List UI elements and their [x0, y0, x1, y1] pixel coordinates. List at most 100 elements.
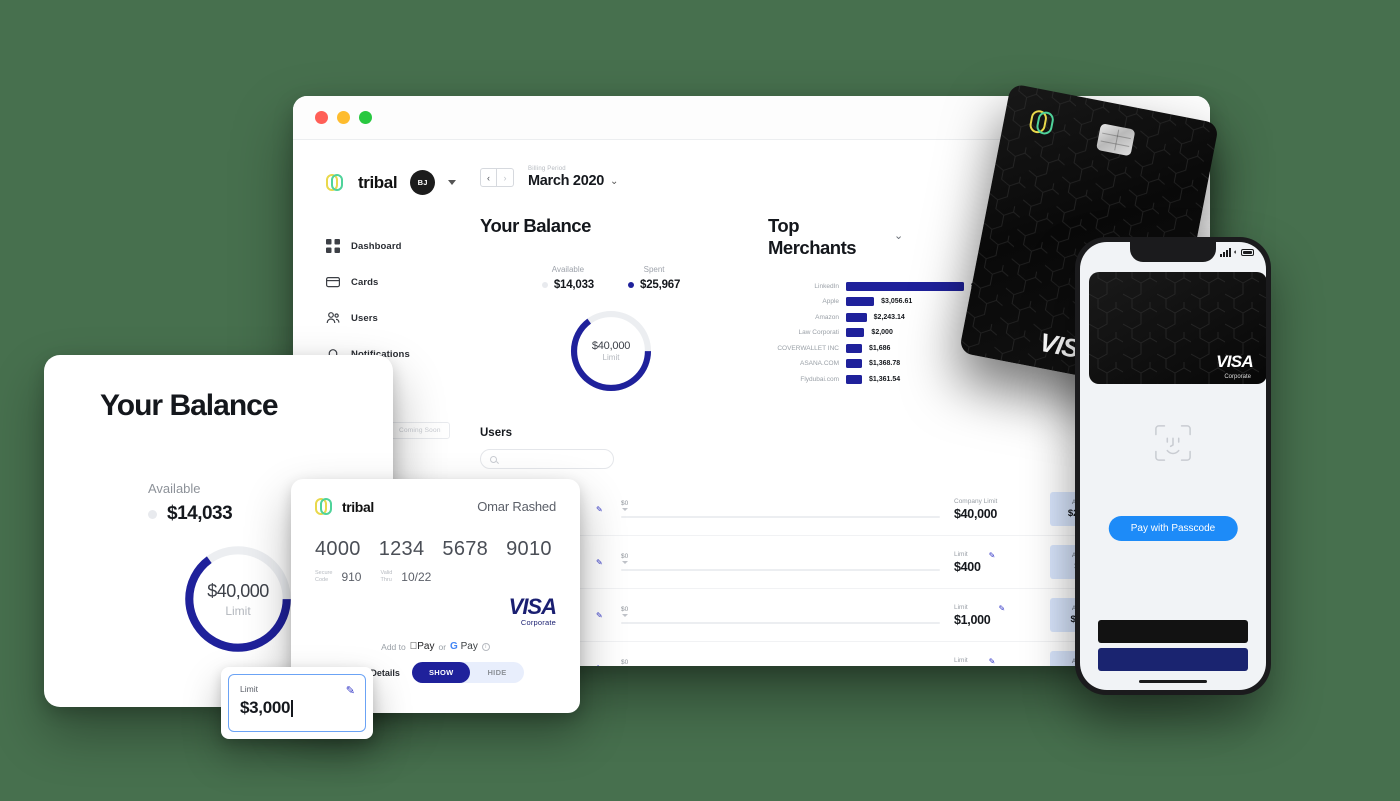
pencil-icon[interactable]: ✎: [998, 604, 1009, 613]
card-face: tribal Omar Rashed 4000 1234 5678 9010 S…: [307, 493, 564, 627]
wifi-icon: ◐: [1233, 249, 1238, 256]
big-donut-center: $40,000 Limit: [180, 541, 296, 657]
limit-input[interactable]: Limit $3,000 ✎: [228, 674, 366, 732]
close-icon[interactable]: [315, 111, 328, 124]
minimize-icon[interactable]: [337, 111, 350, 124]
big-balance-title: Your Balance: [100, 389, 279, 422]
show-button[interactable]: SHOW: [411, 662, 471, 683]
merchant-name: Apple: [822, 298, 839, 306]
phone-card-art: VISA Corporate: [1089, 272, 1266, 384]
merchant-value: $1,361.54: [869, 375, 901, 383]
pay-with-passcode-button[interactable]: Pay with Passcode: [1108, 516, 1238, 541]
merchant-bar: [846, 374, 862, 384]
user-spend-cell: $0: [607, 606, 954, 624]
sidebar-item-dashboard[interactable]: Dashboard: [326, 239, 468, 253]
card-details-toggle: SHOW HIDE: [411, 662, 524, 683]
brand-name: tribal: [358, 172, 398, 192]
user-limit-value: $40,000: [954, 506, 998, 521]
merchant-bar: [846, 328, 865, 338]
pencil-icon[interactable]: ✎: [596, 664, 607, 667]
visa-corporate-label: Corporate: [1224, 374, 1251, 380]
users-title: Users: [480, 427, 512, 439]
available-label: Available: [551, 265, 585, 274]
spent-legend: Spent $25,967: [628, 265, 680, 291]
limit-field-value: $3,000: [240, 698, 291, 717]
balance-legend: Available $14,033 Spent $25,967: [480, 265, 742, 291]
big-limit-value: $40,000: [207, 580, 269, 601]
merchant-bar: [846, 359, 862, 369]
merchant-value: $1,368.78: [869, 360, 901, 368]
merchant-name: Amazon: [815, 313, 839, 321]
apple-pay-button[interactable]: Pay: [410, 641, 435, 652]
face-id-icon: [1155, 425, 1191, 461]
merchant-value: $3,056.61: [881, 298, 913, 306]
spend-progress-bar: [621, 569, 940, 571]
pencil-icon[interactable]: ✎: [596, 505, 607, 514]
merchant-name: LinkedIn: [814, 282, 839, 290]
card-brand: tribal: [315, 497, 374, 516]
visa-logo: VISA: [1216, 352, 1254, 371]
secure-code-label: Secure Code: [315, 570, 333, 583]
google-pay-button[interactable]: G Pay: [450, 641, 478, 652]
avatar[interactable]: BJ: [410, 170, 436, 195]
valid-thru-value: 10/22: [401, 570, 432, 584]
limit-edit-popup: Limit $3,000 ✎: [221, 667, 373, 739]
add-to-label: Add to: [381, 641, 406, 652]
user-spend-value: $0: [621, 500, 629, 507]
chevron-down-icon[interactable]: [448, 180, 457, 185]
user-limit-label: Company Limit: [954, 497, 998, 505]
available-legend: Available $14,033: [541, 265, 594, 291]
pencil-icon[interactable]: ✎: [989, 551, 1000, 560]
donut-center: $40,000 Limit: [567, 307, 655, 395]
spend-marker-icon: [622, 561, 628, 564]
spent-value: $25,967: [640, 279, 681, 291]
big-available-label: Available: [148, 481, 201, 496]
visa-logo: VISA: [508, 594, 557, 619]
grid-icon: [326, 239, 340, 253]
chevron-down-icon[interactable]: ⌄: [894, 229, 903, 242]
user-limit-cell: Company Limit$40,000✎: [954, 498, 1050, 521]
search-input[interactable]: [480, 449, 614, 469]
spend-progress-bar: [621, 516, 940, 518]
merchants-title-line2: Merchants: [768, 236, 857, 258]
card-network: VISA Corporate: [315, 594, 557, 627]
billing-period-block: Billing Period March 2020 ⌄: [528, 166, 618, 189]
next-period-button[interactable]: ›: [497, 168, 514, 187]
sidebar-item-users[interactable]: Users: [326, 311, 468, 325]
balance-title: Your Balance: [480, 215, 591, 236]
maximize-icon[interactable]: [359, 111, 372, 124]
phone-status-bar: ◐: [1219, 248, 1254, 257]
info-icon[interactable]: i: [481, 642, 490, 651]
brand-row: tribal BJ: [326, 170, 468, 195]
search-icon: [490, 455, 497, 463]
prev-period-button[interactable]: ‹: [480, 168, 497, 187]
pencil-icon[interactable]: ✎: [989, 657, 1000, 666]
user-limit-label: Limit: [954, 603, 968, 611]
user-spend-value: $0: [621, 659, 629, 666]
available-value-row: $14,033: [541, 279, 594, 291]
phone-card-strip-dark: [1098, 620, 1248, 643]
billing-period-text: March 2020: [528, 173, 604, 189]
card-top-row: tribal Omar Rashed: [315, 497, 556, 516]
tribal-logo-icon: [326, 173, 345, 192]
phone-screen: ◐ VISA Corporate Pay with Passcode: [1080, 242, 1266, 690]
pencil-icon[interactable]: ✎: [346, 684, 355, 697]
available-dot-icon: [541, 282, 548, 288]
pencil-icon[interactable]: ✎: [596, 558, 607, 567]
merchant-bar: [846, 281, 964, 291]
merchant-name: Flydubai.com: [800, 375, 839, 383]
merchant-value: $1,686: [869, 344, 891, 352]
signal-icon: [1219, 248, 1231, 257]
billing-period-value[interactable]: March 2020 ⌄: [528, 173, 618, 189]
card-meta-row: Secure Code 910 Valid Thru 10/22: [315, 570, 556, 584]
merchant-bar: [846, 343, 862, 353]
hide-button[interactable]: HIDE: [470, 662, 523, 683]
or-label: or: [434, 641, 446, 652]
user-limit-value: $100: [954, 666, 981, 667]
spend-marker-icon: [622, 614, 628, 617]
card-brand-name: tribal: [342, 498, 374, 515]
balance-donut-chart: $40,000 Limit: [567, 307, 655, 395]
sidebar-item-cards[interactable]: Cards: [326, 275, 468, 289]
balance-panel: Your Balance Available $14,033 Spent $25…: [480, 215, 742, 395]
pencil-icon[interactable]: ✎: [596, 611, 607, 620]
